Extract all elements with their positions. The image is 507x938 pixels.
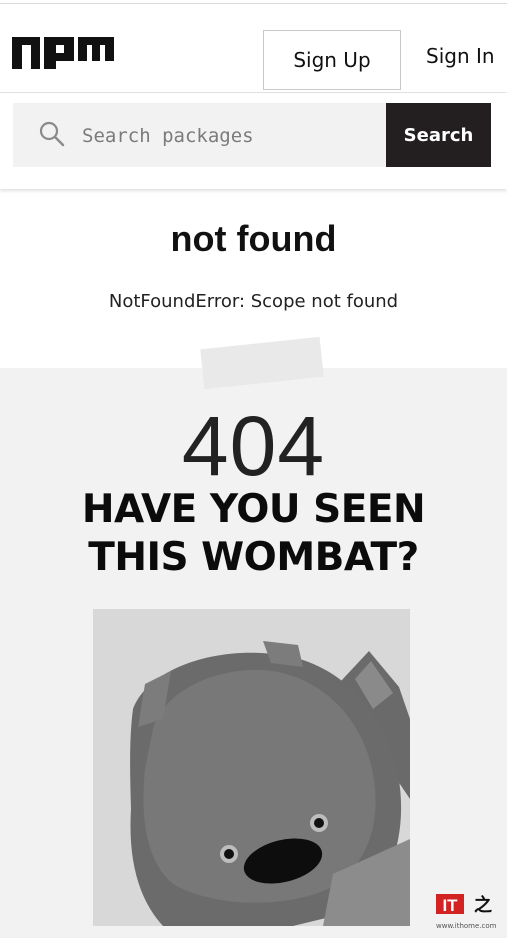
wombat-headline: HAVE YOU SEEN THIS WOMBAT? — [0, 486, 507, 582]
error-message: NotFoundError: Scope not found — [108, 291, 399, 312]
site-header: Sign Up Sign In — [0, 4, 507, 93]
sign-up-button[interactable]: Sign Up — [263, 30, 401, 90]
search-bar: Search — [0, 93, 507, 189]
npm-logo-icon — [12, 37, 114, 69]
search-icon — [39, 121, 65, 152]
wombat-image — [93, 609, 410, 926]
search-input[interactable] — [80, 103, 384, 169]
wombat-illustration — [93, 609, 410, 926]
wombat-headline-line2: THIS WOMBAT? — [88, 535, 419, 580]
svg-text:www.ithome.com: www.ithome.com — [436, 922, 497, 930]
search-field — [13, 103, 386, 169]
search-button[interactable]: Search — [386, 103, 491, 167]
page-title: not found — [170, 218, 337, 259]
svg-text:之: 之 — [474, 894, 492, 916]
error-code: 404 — [181, 399, 326, 493]
svg-text:IT: IT — [442, 896, 458, 915]
ithome-watermark: IT 之 www.ithome.com — [434, 890, 504, 937]
ithome-logo: IT 之 www.ithome.com — [436, 894, 497, 930]
npm-logo[interactable] — [12, 37, 114, 74]
sign-in-link[interactable]: Sign In — [426, 44, 495, 68]
wombat-headline-line1: HAVE YOU SEEN — [81, 487, 426, 532]
